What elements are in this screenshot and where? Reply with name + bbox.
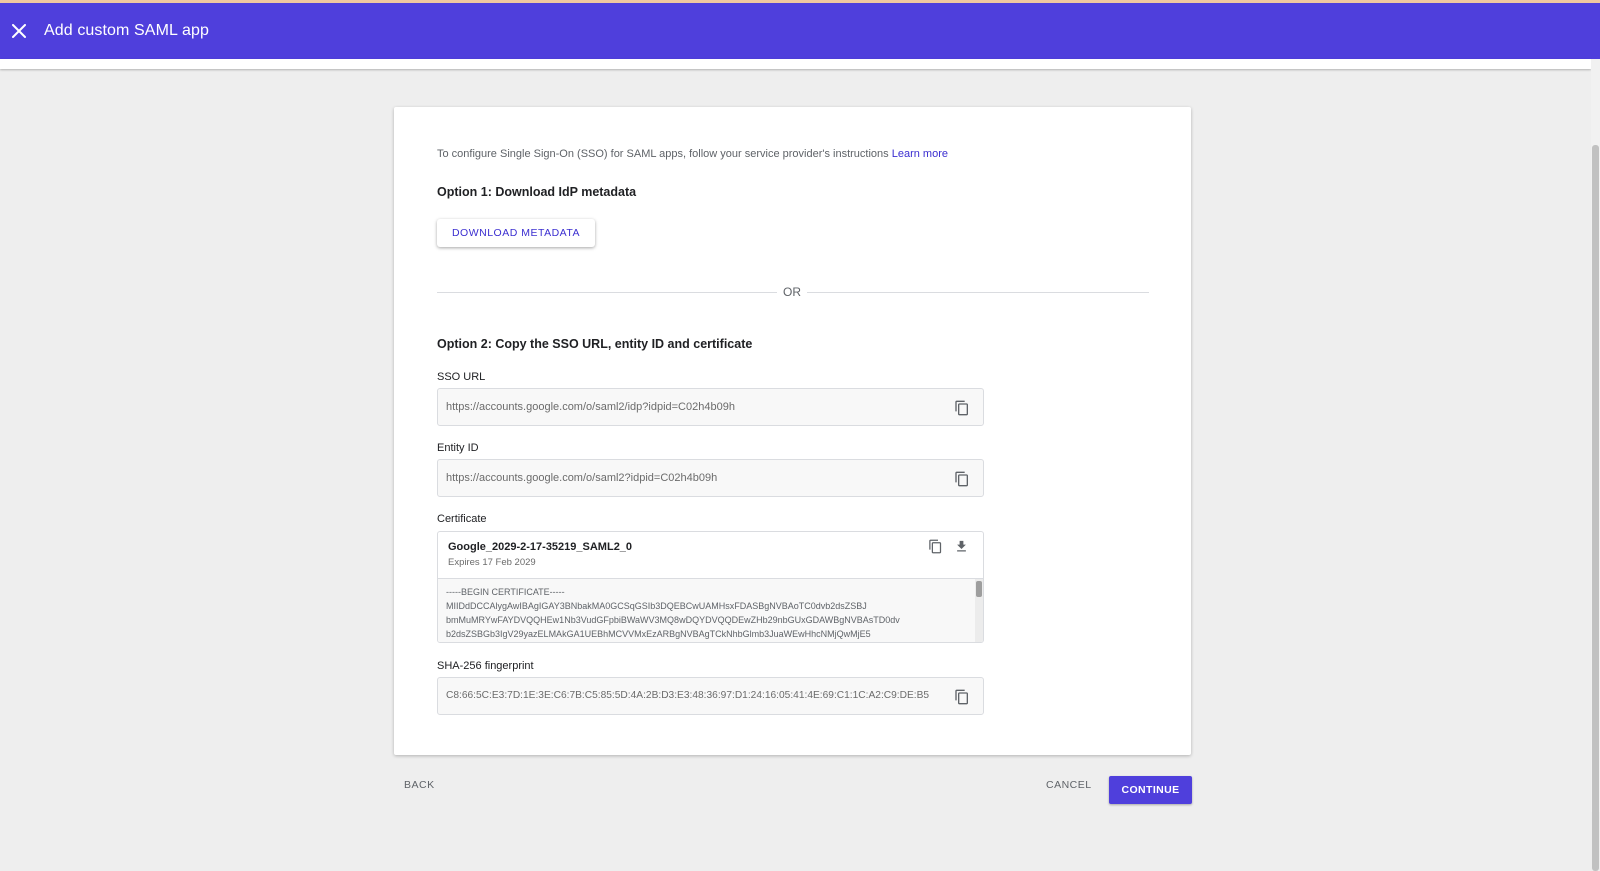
option1-heading: Option 1: Download IdP metadata [437, 185, 637, 199]
app-bar-shadow [0, 59, 1591, 69]
fingerprint-field: C8:66:5C:E3:7D:1E:3E:C6:7B:C5:85:5D:4A:2… [437, 677, 984, 715]
divider-right [807, 292, 1149, 293]
or-separator: OR [783, 285, 801, 299]
download-metadata-button[interactable]: DOWNLOAD METADATA [437, 219, 595, 247]
continue-button[interactable]: CONTINUE [1109, 776, 1192, 804]
certificate-scrollbar-thumb[interactable] [976, 581, 982, 597]
intro-message: To configure Single Sign-On (SSO) for SA… [437, 148, 889, 160]
certificate-box: Google_2029-2-17-35219_SAML2_0 Expires 1… [437, 531, 984, 643]
copy-icon[interactable] [954, 689, 970, 705]
sso-url-value: https://accounts.google.com/o/saml2/idp?… [446, 401, 735, 413]
entity-id-label: Entity ID [437, 442, 479, 454]
entity-id-field: https://accounts.google.com/o/saml2?idpi… [437, 459, 984, 497]
saml-details-card: To configure Single Sign-On (SSO) for SA… [394, 107, 1191, 755]
page-title: Add custom SAML app [44, 22, 209, 39]
option2-heading: Option 2: Copy the SSO URL, entity ID an… [437, 337, 753, 351]
sso-url-field: https://accounts.google.com/o/saml2/idp?… [437, 388, 984, 426]
divider-left [437, 292, 777, 293]
certificate-label: Certificate [437, 513, 487, 525]
close-icon [12, 24, 26, 38]
certificate-line: MIIDdDCCAlygAwIBAgIGAY3BNbakMA0GCSqGSIb3… [446, 601, 867, 611]
copy-icon[interactable] [954, 400, 970, 416]
copy-icon[interactable] [954, 471, 970, 487]
page-scrollbar-thumb[interactable] [1592, 145, 1599, 871]
fingerprint-value: C8:66:5C:E3:7D:1E:3E:C6:7B:C5:85:5D:4A:2… [446, 690, 930, 701]
page-scrollbar[interactable] [1591, 59, 1600, 871]
certificate-line: bmMuMRYwFAYDVQQHEw1Nb3VudGFpbiBWaWV3MQ8w… [446, 615, 900, 625]
certificate-line: -----BEGIN CERTIFICATE----- [446, 587, 565, 597]
copy-icon[interactable] [928, 539, 943, 554]
fingerprint-label: SHA-256 fingerprint [437, 660, 534, 672]
close-button[interactable] [0, 3, 38, 59]
certificate-name: Google_2029-2-17-35219_SAML2_0 [448, 541, 633, 553]
sso-url-label: SSO URL [437, 371, 486, 383]
app-bar: Add custom SAML app [0, 3, 1600, 59]
back-button[interactable]: BACK [404, 779, 435, 791]
learn-more-link[interactable]: Learn more [892, 148, 948, 160]
intro-text: To configure Single Sign-On (SSO) for SA… [437, 148, 948, 160]
certificate-expiry: Expires 17 Feb 2029 [448, 557, 536, 568]
certificate-text-area[interactable]: -----BEGIN CERTIFICATE----- MIIDdDCCAlyg… [438, 578, 983, 642]
cancel-button[interactable]: CANCEL [1046, 779, 1092, 791]
entity-id-value: https://accounts.google.com/o/saml2?idpi… [446, 472, 718, 484]
certificate-line: b2dsZSBGb3IgV29yazELMAkGA1UEBhMCVVMxEzAR… [446, 629, 871, 639]
download-icon[interactable] [954, 539, 969, 554]
certificate-scrollbar[interactable] [975, 579, 983, 642]
